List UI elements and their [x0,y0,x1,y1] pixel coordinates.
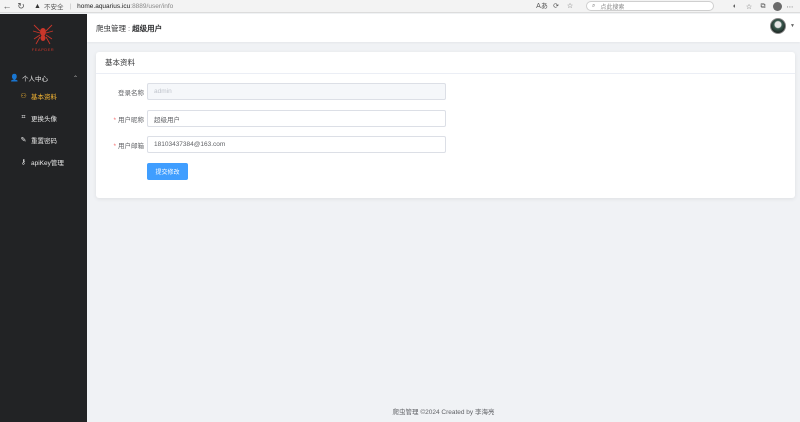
footer: 爬虫管理 ©2024 Created by 李海亮 [392,409,495,416]
nickname-label: * 用户昵称 [113,116,144,124]
user-icon: 👤 [10,75,19,82]
warning-icon: ▲ [34,2,41,10]
copilot-icon[interactable]: ◐ [729,1,741,12]
user-menu[interactable]: ▼ [770,18,795,34]
spider-logo-icon [32,24,54,45]
search-placeholder: 点此搜索 [600,4,625,11]
browser-profile-avatar[interactable] [773,2,782,11]
required-asterisk: * [113,142,116,150]
not-secure-label: 不安全 [43,4,64,11]
browser-toolbar: ← ↻ ▲ 不安全 | home.aquarius.icu:8889/user/… [0,0,800,13]
more-icon[interactable]: ⋯ [784,1,796,12]
read-aloud-icon[interactable]: Aあ [536,1,548,12]
extension-icon[interactable]: ⟳ [550,1,562,12]
browser-search-input[interactable]: ⌕ 点此搜索 [586,1,714,11]
form-row-email: * 用户邮箱 18103437384@163.com [96,136,795,153]
sidebar-item-label: 更换头像 [31,116,57,123]
refresh-icon[interactable]: ↻ [14,0,28,13]
address-bar[interactable]: ▲ 不安全 | home.aquarius.icu:8889/user/info [34,1,534,12]
breadcrumb-current: 超级用户 [132,23,163,33]
url-path: :8889/user/info [130,2,174,10]
breadcrumb-parent: 爬虫管理 [96,23,126,33]
crop-icon: ⌗ [21,114,26,121]
edit-icon: ✎ [20,137,27,144]
sidebar: FEAPDER 👤 个人中心 ⌃ ⚇ 基本资料 ⌗ 更换头像 ✎ 重置密码 ⚷ … [0,14,87,422]
header: 爬虫管理 : 超级用户 ▼ [87,14,800,42]
sidebar-item-label: apiKey管理 [31,160,64,167]
logo-text: FEAPDER [31,47,55,52]
collections-icon[interactable]: ⧉ [757,1,769,12]
form-row-nickname: * 用户昵称 超级用户 [96,110,795,127]
sidebar-item-label: 重置密码 [31,138,57,145]
sidebar-item-label: 基本资料 [31,94,57,101]
search-icon: ⌕ [592,2,596,9]
menu-group-personal-center[interactable]: 👤 个人中心 ⌃ [0,71,87,85]
sidebar-menu: 👤 个人中心 ⌃ ⚇ 基本资料 ⌗ 更换头像 ✎ 重置密码 ⚷ apiKey管理 [0,71,87,173]
favorite-star-icon[interactable]: ☆ [564,1,576,12]
favorites-icon[interactable]: ☆ [743,1,755,12]
sidebar-item-change-avatar[interactable]: ⌗ 更换头像 [0,107,87,129]
login-name-label: 登录名称 [118,89,144,97]
required-asterisk: * [113,116,116,124]
avatar[interactable] [770,18,787,34]
nickname-input[interactable]: 超级用户 [147,110,446,127]
address-divider: | [69,2,72,10]
card-title: 基本资料 [96,52,795,74]
submit-button[interactable]: 提交修改 [147,163,188,180]
sidebar-item-basic-info[interactable]: ⚇ 基本资料 [0,85,87,107]
sidebar-item-reset-password[interactable]: ✎ 重置密码 [0,129,87,151]
sidebar-item-apikey[interactable]: ⚷ apiKey管理 [0,151,87,173]
menu-group-label: 个人中心 [22,76,48,83]
login-name-input: admin [147,83,446,100]
chevron-up-icon: ⌃ [72,75,78,82]
url-host: home.aquarius.icu [77,2,131,10]
caret-down-icon[interactable]: ▼ [790,23,795,29]
user-outline-icon: ⚇ [20,93,27,100]
email-input[interactable]: 18103437384@163.com [147,136,446,153]
key-icon: ⚷ [20,159,27,166]
breadcrumb-separator: : [128,23,131,33]
email-label: * 用户邮箱 [113,142,144,150]
profile-card: 基本资料 登录名称 admin * 用户昵称 超级用户 * 用户邮箱 1810343… [96,52,795,198]
back-icon[interactable]: ← [0,0,14,13]
form-row-login-name: 登录名称 admin [96,83,795,100]
logo: FEAPDER [26,22,60,58]
